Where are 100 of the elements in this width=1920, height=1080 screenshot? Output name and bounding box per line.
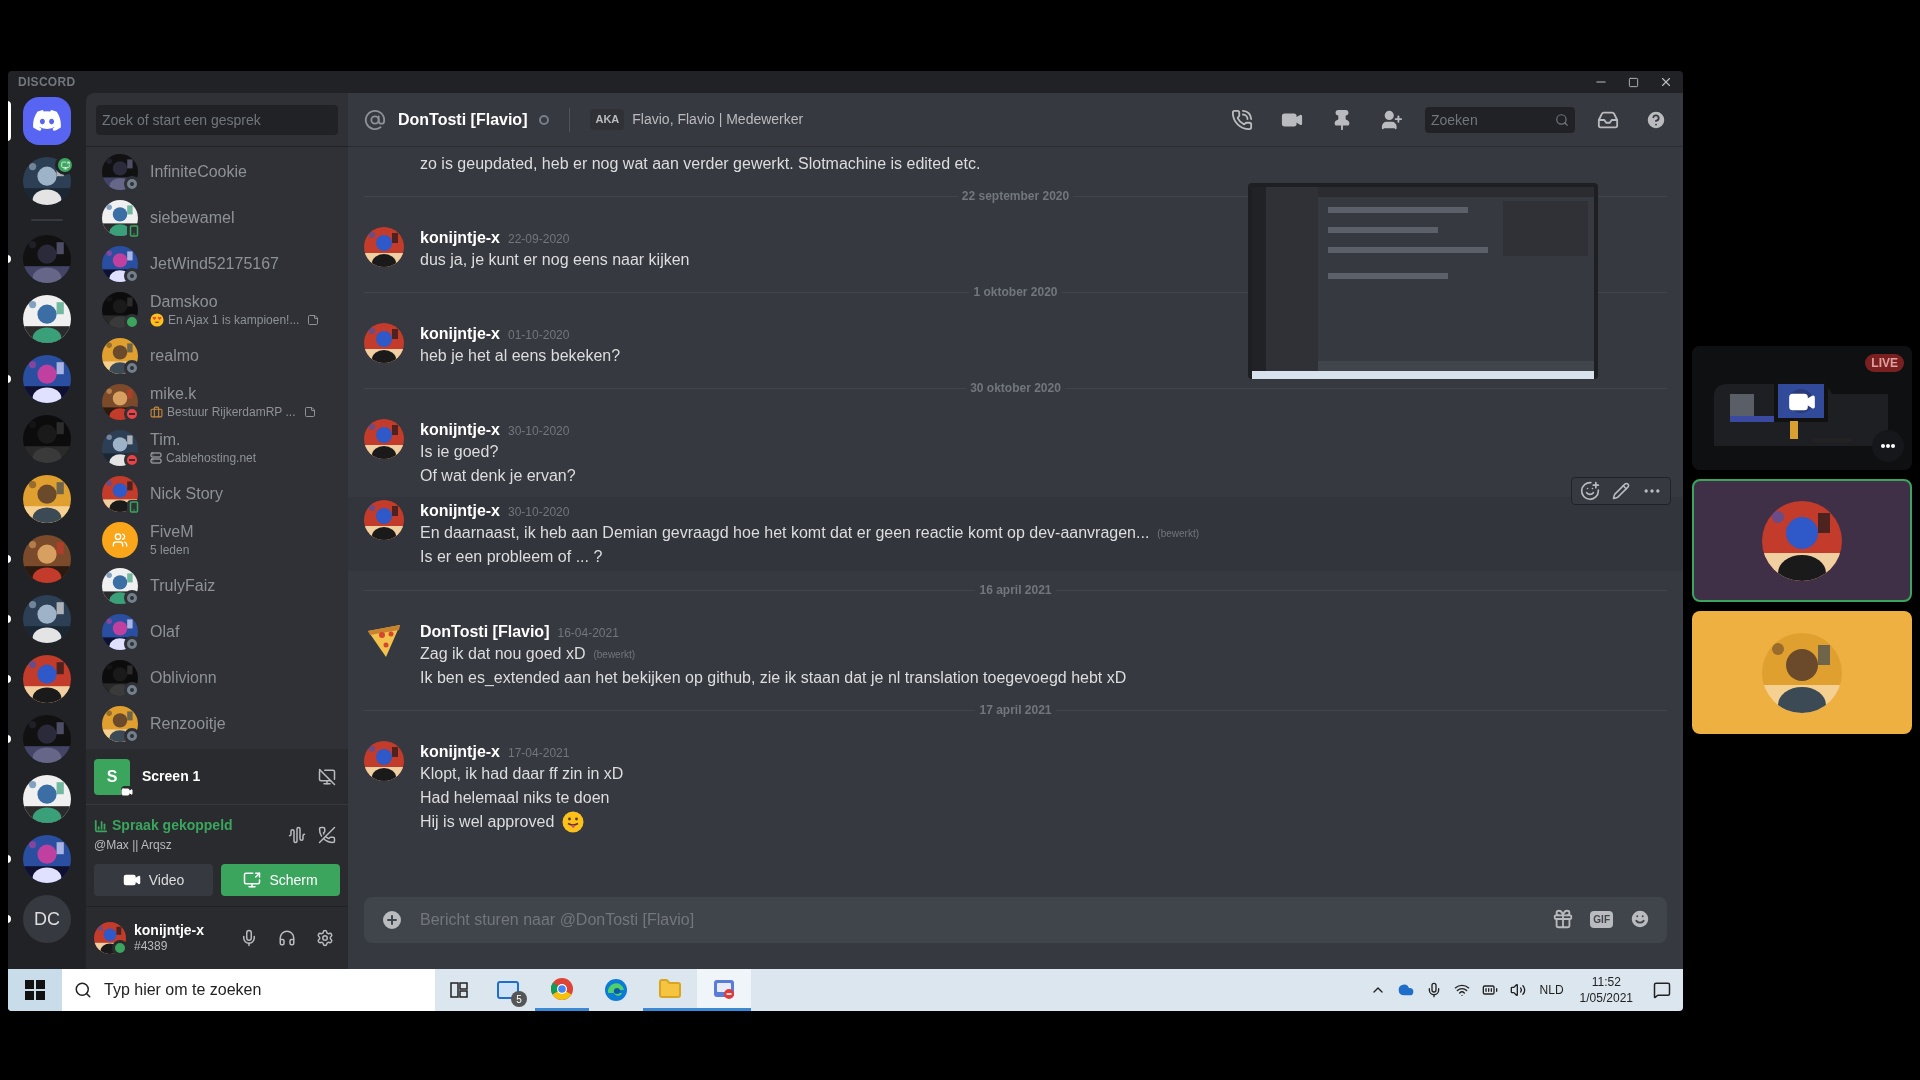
message-author: konijntje-x (420, 324, 500, 344)
voice-channel-name: @Max || Arqsz (94, 837, 173, 854)
add-reaction-icon[interactable] (1580, 481, 1600, 501)
message-author: DonTosti [Flavio] (420, 622, 550, 642)
direct-message-item[interactable]: mike.k Bestuur RijkerdamRP ... (94, 379, 340, 425)
input-language[interactable]: NLD (1539, 981, 1564, 999)
voice-call-icon[interactable] (1231, 108, 1253, 131)
search-icon[interactable] (1555, 112, 1569, 127)
notifications-icon[interactable] (1653, 981, 1671, 999)
contact-name: Damskoo (150, 292, 219, 312)
message-text: En daarnaast, ik heb aan Demian gevraagd hoe het komt dat er geen reactie komt op dev-aanvragen... (420, 523, 1150, 543)
message-author: konijntje-x (420, 742, 500, 762)
browser-icon (604, 978, 628, 1002)
contact-name: JetWind52175167 (150, 254, 279, 274)
search-field[interactable]: Zoeken (1425, 106, 1575, 133)
contact-status-text: Bestuur RijkerdamRP ... (167, 404, 296, 420)
gift-icon[interactable] (1552, 908, 1575, 930)
group-avatar-icon (102, 522, 138, 558)
message-text: Is er een probleem of ... ? (420, 547, 603, 567)
search-icon (74, 981, 92, 999)
direct-message-item[interactable]: Olaf (94, 609, 340, 655)
message-author: konijntje-x (420, 228, 500, 248)
folder-icon (658, 976, 682, 1001)
maximize-icon[interactable] (1628, 76, 1639, 88)
volume-icon[interactable] (1509, 982, 1526, 998)
message-text: Zag ik dat nou goed xD (420, 644, 586, 664)
notification-count-badge: 5 (511, 991, 527, 1007)
contact-name: siebewamel (150, 208, 235, 228)
app-title: DISCORD (18, 74, 76, 91)
contact-name: TrulyFaiz (150, 576, 216, 596)
direct-message-item[interactable]: InfiniteCookie (94, 149, 340, 195)
battery-icon[interactable] (1481, 982, 1498, 998)
message-timestamp: 01-10-2020 (508, 327, 570, 344)
message-text: Is ie goed? (420, 442, 499, 462)
direct-message-item[interactable]: siebewamel (94, 195, 340, 241)
message-timestamp: 30-10-2020 (508, 504, 570, 521)
alias-names: Flavio, Flavio | Medewerker (632, 110, 804, 129)
cloud-icon[interactable] (1397, 982, 1414, 998)
server-icon-button[interactable]: DC (23, 895, 71, 943)
video-button[interactable]: Video (94, 864, 213, 896)
direct-message-item[interactable]: Nick Story (94, 471, 340, 517)
noise-suppression-icon[interactable] (288, 825, 306, 844)
windows-logo-icon (25, 980, 45, 1000)
browser-icon (550, 976, 574, 1001)
contact-name: Olaf (150, 622, 180, 642)
taskbar-app-button[interactable]: 5 (481, 969, 535, 1011)
headphones-icon[interactable] (278, 929, 296, 947)
taskbar-search-field[interactable]: Typ hier om te zoeken (62, 969, 435, 1011)
date-divider: 17 april 2021 (978, 702, 1053, 719)
voice-status: Spraak gekoppeld (112, 816, 233, 835)
wifi-icon[interactable] (1453, 982, 1470, 998)
participant-tile[interactable] (1692, 479, 1912, 602)
emoji-icon[interactable] (1629, 908, 1651, 930)
stream-title: Screen 1 (142, 767, 202, 786)
message-author: konijntje-x (420, 501, 500, 521)
screen-share-button[interactable]: Scherm (221, 864, 340, 896)
clock-date[interactable]: 1/05/2021 (1579, 990, 1633, 1006)
add-friend-icon[interactable] (1381, 108, 1403, 131)
task-view-icon[interactable] (449, 980, 469, 1000)
more-icon (1881, 444, 1895, 448)
direct-message-item[interactable]: JetWind52175167 (94, 241, 340, 287)
help-icon[interactable] (1645, 108, 1667, 131)
date-divider: 16 april 2021 (978, 582, 1053, 599)
settings-icon[interactable] (316, 929, 334, 947)
contact-status-text: Cablehosting.net (166, 450, 257, 466)
participant-tile[interactable] (1692, 611, 1912, 734)
close-icon[interactable] (1659, 75, 1673, 89)
message-timestamp: 16-04-2021 (557, 625, 619, 642)
clock-time[interactable]: 11:52 (1591, 974, 1621, 990)
conversation-title: DonTosti [Flavio] (398, 109, 528, 130)
stream-source-tile: S (94, 758, 130, 795)
message-text: Of wat denk je ervan? (420, 466, 576, 486)
direct-message-item[interactable]: Damskoo En Ajax 1 is kampioen!... (94, 287, 340, 333)
direct-message-item[interactable]: FiveM 5 leden (94, 517, 340, 563)
edit-icon[interactable] (1612, 482, 1630, 500)
start-button[interactable] (8, 969, 62, 1011)
contact-status-text: 5 leden (150, 542, 190, 558)
disconnect-icon[interactable] (318, 825, 336, 844)
contact-status-text: En Ajax 1 is kampioen!... (168, 312, 300, 328)
mail-icon (496, 978, 520, 1002)
direct-message-item[interactable]: Oblivionn (94, 655, 340, 701)
direct-message-item[interactable]: Tim. Cablehosting.net (94, 425, 340, 471)
microphone-icon[interactable] (240, 929, 258, 947)
direct-message-item[interactable]: TrulyFaiz (94, 563, 340, 609)
direct-message-item[interactable]: Renzooitje (94, 701, 340, 747)
message-text: zo is geupdated, heb er nog wat aan verder gewerkt. Slotmachine is edited etc. (420, 154, 981, 174)
message-timestamp: 22-09-2020 (508, 231, 570, 248)
contact-name: realmo (150, 346, 199, 366)
conversation-search-field[interactable]: Zoek of start een gesprek (96, 104, 338, 135)
date-divider: 22 september 2020 (960, 188, 1071, 205)
message-text: dus ja, je kunt er nog eens naar kijken (420, 250, 690, 270)
contact-name: Oblivionn (150, 668, 217, 688)
direct-message-item[interactable]: realmo (94, 333, 340, 379)
aka-badge: AKA (590, 109, 625, 130)
message-text: Hij is wel approved (420, 812, 555, 832)
taskbar-app-button[interactable] (697, 969, 751, 1011)
discord-home-button[interactable] (23, 97, 71, 145)
at-sign-icon (364, 108, 386, 131)
stop-stream-icon[interactable] (318, 767, 336, 786)
contact-name: mike.k (150, 384, 198, 404)
